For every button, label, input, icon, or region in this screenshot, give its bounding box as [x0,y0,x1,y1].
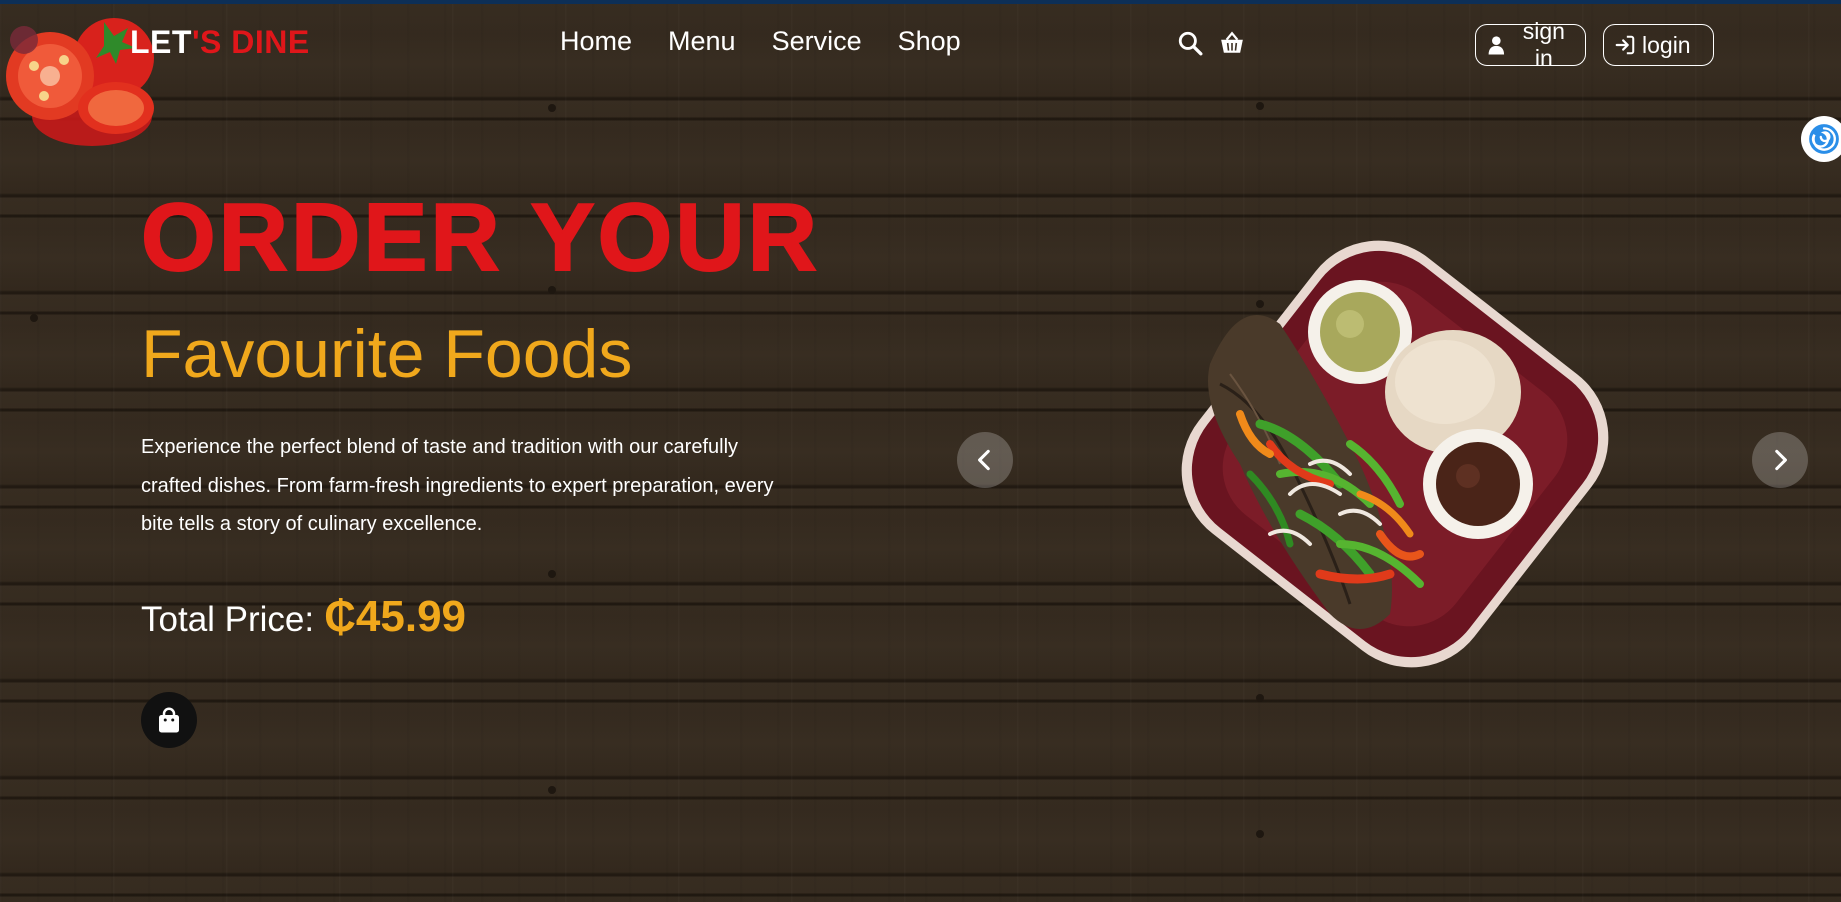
nav-shop[interactable]: Shop [898,26,961,57]
brand-logo-text[interactable]: LET'S DINE [130,24,310,61]
basket-icon[interactable] [1219,30,1245,56]
sign-in-button[interactable]: sign in [1475,18,1586,71]
sign-in-label: sign in [1522,18,1565,71]
chevron-left-icon [978,449,990,471]
chevron-right-icon [1775,449,1787,471]
wood-nail [548,570,556,578]
user-icon [1488,36,1505,55]
brand-part2: 'S DINE [191,24,310,60]
login-button[interactable]: login [1603,24,1714,66]
wood-nail [1256,102,1264,110]
nav-home[interactable]: Home [560,26,632,57]
login-arrow-icon [1615,35,1635,55]
nav-service[interactable]: Service [772,26,862,57]
shopping-bag-icon [159,707,179,733]
wood-nail [548,786,556,794]
login-label: login [1642,31,1691,58]
wood-nail [30,314,38,322]
wood-nail [1256,830,1264,838]
hero-headline: ORDER YOUR [140,184,820,291]
price-label: Total Price: [141,600,315,639]
carousel-prev-button[interactable] [957,432,1013,488]
brand-part1: LET [130,24,192,60]
dish-image [1181,240,1609,668]
spiral-icon [1809,124,1839,154]
main-nav: Home Menu Service Shop [560,26,961,57]
carousel-next-button[interactable] [1752,432,1808,488]
hero-subheadline: Favourite Foods [141,316,633,392]
price-value: ₵45.99 [324,592,467,641]
total-price: Total Price: ₵45.99 [141,592,466,642]
wood-nail [548,104,556,112]
nav-menu[interactable]: Menu [668,26,736,57]
wood-nail [1256,694,1264,702]
add-to-bag-button[interactable] [141,692,197,748]
hero-page: LET'S DINE Home Menu Service Shop sign i… [0,0,1841,902]
hero-description: Experience the perfect blend of taste an… [141,436,774,535]
assistant-widget-button[interactable] [1801,116,1841,162]
search-icon[interactable] [1177,30,1203,56]
